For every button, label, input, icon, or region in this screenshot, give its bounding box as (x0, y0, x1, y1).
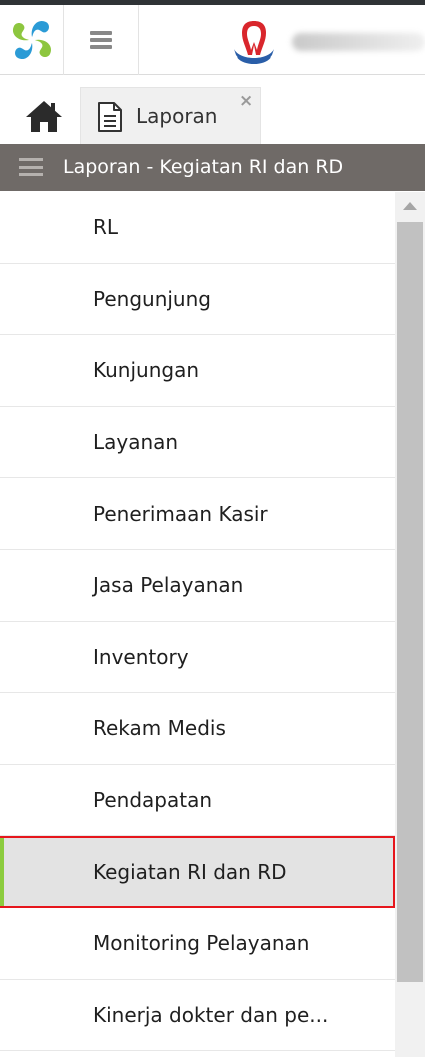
app-logo[interactable] (0, 5, 64, 75)
tab-bar: Laporan × (0, 76, 425, 144)
menu-item-label: Layanan (93, 430, 179, 455)
section-title: Laporan - Kegiatan RI dan RD (63, 156, 344, 178)
menu-item-label: Rekam Medis (93, 716, 226, 741)
hamburger-icon (90, 31, 112, 49)
menu-item-label: Kinerja dokter dan pe... (93, 1002, 329, 1027)
tooth-shield-logo-icon (234, 21, 274, 64)
menu-item-kunjungan[interactable]: Kunjungan (0, 335, 395, 407)
tab-close-icon[interactable]: × (239, 91, 253, 111)
menu-item-label: Inventory (93, 644, 189, 669)
scroll-up-arrow-icon (403, 202, 417, 210)
menu-item-penerimaan-kasir[interactable]: Penerimaan Kasir (0, 478, 395, 550)
menu-item-label: RL (93, 215, 119, 240)
menu-item-label: Monitoring Pelayanan (93, 931, 310, 956)
menu-item-layanan[interactable]: Layanan (0, 406, 395, 479)
menu-item-label: Jasa Pelayanan (93, 573, 244, 598)
document-icon (98, 102, 122, 132)
menu-item-monitoring-pelayanan[interactable]: Monitoring Pelayanan (0, 907, 395, 980)
menu-item-label: Penerimaan Kasir (93, 501, 268, 526)
menu-item-kegiatan-ri-rd[interactable]: Kegiatan RI dan RD (0, 836, 395, 908)
tab-laporan[interactable]: Laporan × (80, 87, 261, 144)
home-icon[interactable] (24, 99, 64, 133)
section-header: Laporan - Kegiatan RI dan RD (0, 144, 425, 191)
menu-item-pengunjung[interactable]: Pengunjung (0, 263, 395, 336)
menu-item-rekam-medis[interactable]: Rekam Medis (0, 693, 395, 765)
main-menu-button[interactable] (64, 5, 139, 75)
menu-item-label: Pengunjung (93, 286, 211, 311)
menu-item-inventory[interactable]: Inventory (0, 621, 395, 694)
scroll-up-button[interactable] (395, 192, 425, 220)
section-menu-icon[interactable] (19, 158, 43, 176)
pinwheel-logo-icon (12, 20, 51, 60)
menu-scrollbar[interactable] (395, 192, 425, 1057)
app-header (0, 5, 425, 75)
menu-item-kinerja-dokter[interactable]: Kinerja dokter dan pe... (0, 979, 395, 1052)
menu-item-rl[interactable]: RL (0, 192, 395, 264)
app-window: Laporan × Laporan - Kegiatan RI dan RD R… (0, 0, 425, 1057)
menu-item-pendapatan[interactable]: Pendapatan (0, 764, 395, 837)
menu-item-label: Kunjungan (93, 358, 200, 383)
menu-item-label: Kegiatan RI dan RD (93, 860, 287, 885)
report-menu-list: RL Pengunjung Kunjungan Layanan Penerima… (0, 192, 395, 1057)
scroll-thumb[interactable] (397, 222, 423, 982)
blurred-hospital-name (292, 33, 425, 51)
menu-item-jasa-pelayanan[interactable]: Jasa Pelayanan (0, 549, 395, 622)
tab-label: Laporan (136, 104, 218, 128)
menu-item-label: Pendapatan (93, 788, 213, 813)
